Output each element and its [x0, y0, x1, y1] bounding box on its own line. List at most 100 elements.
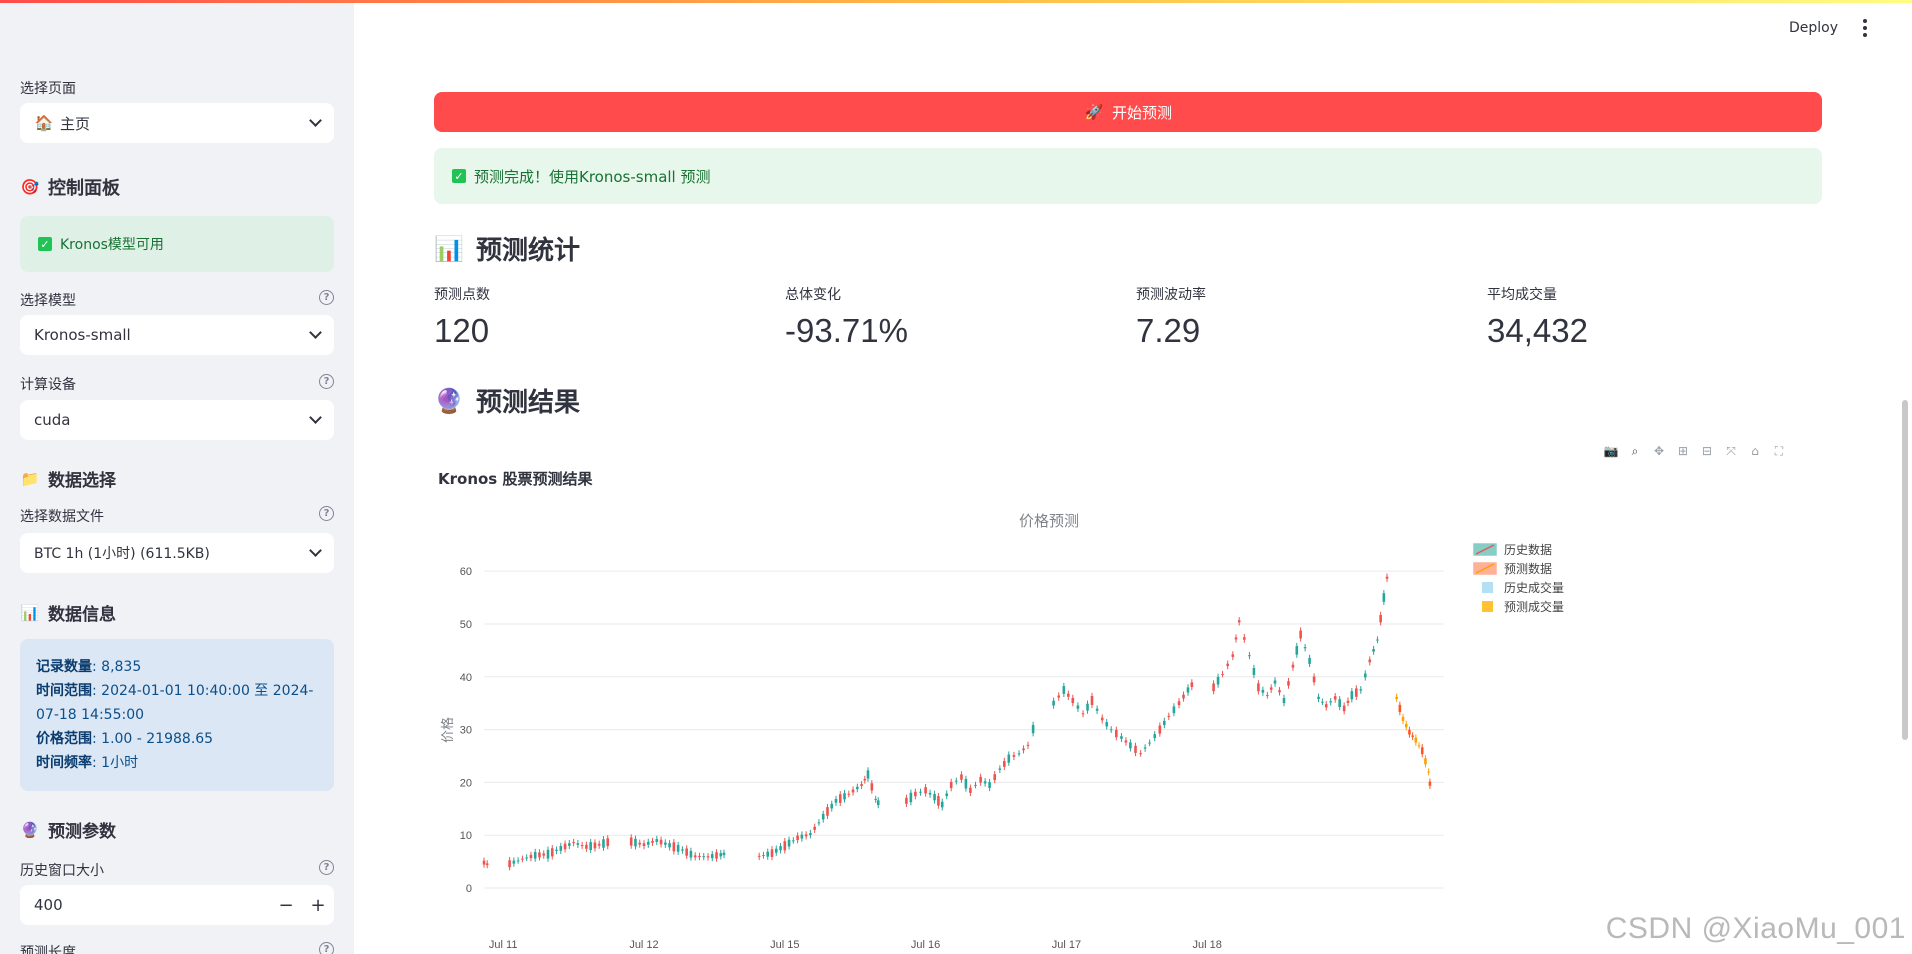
candle-body	[1379, 614, 1382, 623]
zoom-in-icon[interactable]: ⊞	[1676, 444, 1690, 458]
candle-body	[1067, 693, 1070, 697]
candle-body	[651, 840, 654, 843]
candle-body	[722, 852, 726, 856]
candle-body	[1317, 696, 1320, 699]
candle-body	[1115, 729, 1118, 738]
metric-avg-volume: 平均成交量 34,432	[1487, 287, 1588, 349]
candle-body	[719, 853, 723, 857]
help-icon[interactable]: ?	[319, 506, 334, 521]
increment-button[interactable]: +	[302, 885, 334, 925]
candle-body	[1172, 706, 1176, 714]
help-icon[interactable]: ?	[319, 290, 334, 305]
zoom-icon[interactable]: ⌕	[1628, 444, 1642, 458]
candle-body	[1234, 637, 1238, 640]
candle-body	[1359, 689, 1363, 691]
candle-body	[783, 841, 787, 851]
legend-swatch[interactable]	[1482, 601, 1493, 612]
zoom-out-icon[interactable]: ⊟	[1700, 444, 1714, 458]
candle-body	[1428, 781, 1432, 786]
reset-axes-icon[interactable]: ⌂	[1748, 444, 1762, 458]
decrement-button[interactable]: −	[270, 885, 302, 925]
candle-body	[1012, 755, 1016, 757]
candle-body	[634, 838, 637, 847]
x-tick-label: Jul 17	[1052, 939, 1081, 951]
candle-body	[1324, 704, 1328, 708]
candle-body	[960, 774, 963, 780]
candle-body	[1408, 729, 1411, 735]
legend-label[interactable]: 预测成交量	[1504, 599, 1564, 614]
x-tick-label: Jul 15	[770, 939, 799, 951]
candle-body	[998, 768, 1002, 770]
candle-body	[863, 778, 867, 781]
legend-label[interactable]: 历史数据	[1504, 542, 1552, 557]
model-select[interactable]: Kronos-small	[20, 315, 334, 355]
main-menu-icon[interactable]	[1856, 16, 1874, 40]
x-tick-label: Jul 16	[911, 939, 940, 951]
candle-body	[969, 787, 972, 793]
candle-body	[1427, 771, 1430, 773]
help-icon[interactable]: ?	[319, 942, 334, 954]
candle-body	[1177, 701, 1181, 706]
candle-body	[1350, 691, 1354, 700]
candle-body	[525, 857, 528, 859]
candle-body	[817, 822, 821, 824]
autoscale-icon[interactable]: ⤧	[1724, 444, 1738, 458]
candle-body	[1216, 676, 1220, 685]
candle-body	[602, 839, 605, 848]
x-tick-label: Jul 12	[629, 939, 658, 951]
candle-body	[698, 855, 701, 858]
price-forecast-chart[interactable]: 0 10 20 30 40 50 60 Jul 11 Jul 12 Jul 15 Jul 16 Jul…	[434, 500, 1834, 954]
candle-body	[870, 783, 874, 791]
page-scrollbar[interactable]	[1902, 400, 1908, 740]
help-icon[interactable]: ?	[319, 374, 334, 389]
candle-body	[482, 860, 486, 865]
deploy-button[interactable]: Deploy	[1789, 20, 1838, 36]
candle-body	[1017, 753, 1021, 755]
chart-modebar: 📷 ⌕ ✥ ⊞ ⊟ ⤧ ⌂ ⛶	[1604, 444, 1786, 459]
candle-body	[685, 848, 688, 856]
device-select[interactable]: cuda	[20, 400, 334, 440]
candle-body	[629, 837, 633, 846]
check-icon: ✓	[452, 169, 466, 183]
chart-title: Kronos 股票预测结果	[438, 470, 593, 488]
data-info-box: 记录数量: 8,835 时间范围: 2024-01-01 10:40:00 至 …	[20, 639, 334, 791]
candle-body	[668, 843, 671, 848]
candle-body	[1081, 713, 1085, 715]
candle-body	[642, 843, 646, 847]
candle-body	[838, 794, 842, 803]
pan-icon[interactable]: ✥	[1652, 444, 1666, 458]
history-window-input[interactable]: 400 − +	[20, 885, 334, 925]
candle-body	[521, 858, 524, 860]
candle-body	[979, 776, 982, 783]
candle-body	[1269, 687, 1273, 690]
candle-body	[676, 845, 680, 852]
candle-body	[1212, 683, 1215, 692]
candle-body	[1401, 716, 1405, 722]
help-icon[interactable]: ?	[319, 860, 334, 875]
legend-label[interactable]: 历史成交量	[1504, 580, 1564, 595]
legend-swatch[interactable]	[1482, 582, 1493, 593]
candle-body	[1007, 754, 1011, 763]
page-select[interactable]: 🏠 主页	[20, 103, 334, 143]
candle-body	[796, 835, 799, 841]
legend-label[interactable]: 预测数据	[1504, 561, 1552, 576]
camera-icon[interactable]: 📷	[1604, 444, 1619, 458]
candle-body	[1221, 674, 1224, 676]
data-info-heading: 📊 数据信息	[20, 603, 116, 626]
candle-body	[766, 851, 770, 857]
candle-body	[1105, 722, 1109, 727]
bar-chart-icon: 📊	[20, 603, 40, 622]
candle-body	[1057, 695, 1061, 698]
start-prediction-button[interactable]: 🚀 开始预测	[434, 92, 1822, 132]
y-tick-label: 40	[460, 672, 472, 684]
candle-body	[792, 840, 795, 842]
x-tick-label: Jul 18	[1193, 939, 1222, 951]
candle-body	[1124, 740, 1128, 743]
candle-body	[813, 826, 816, 830]
candle-body	[1382, 593, 1386, 602]
candle-body	[1190, 682, 1194, 687]
y-tick-label: 0	[466, 883, 472, 895]
fullscreen-icon[interactable]: ⛶	[1772, 444, 1786, 458]
model-select-label: 选择模型 ?	[20, 290, 334, 310]
data-file-select[interactable]: BTC 1h (1小时) (611.5KB)	[20, 533, 334, 573]
